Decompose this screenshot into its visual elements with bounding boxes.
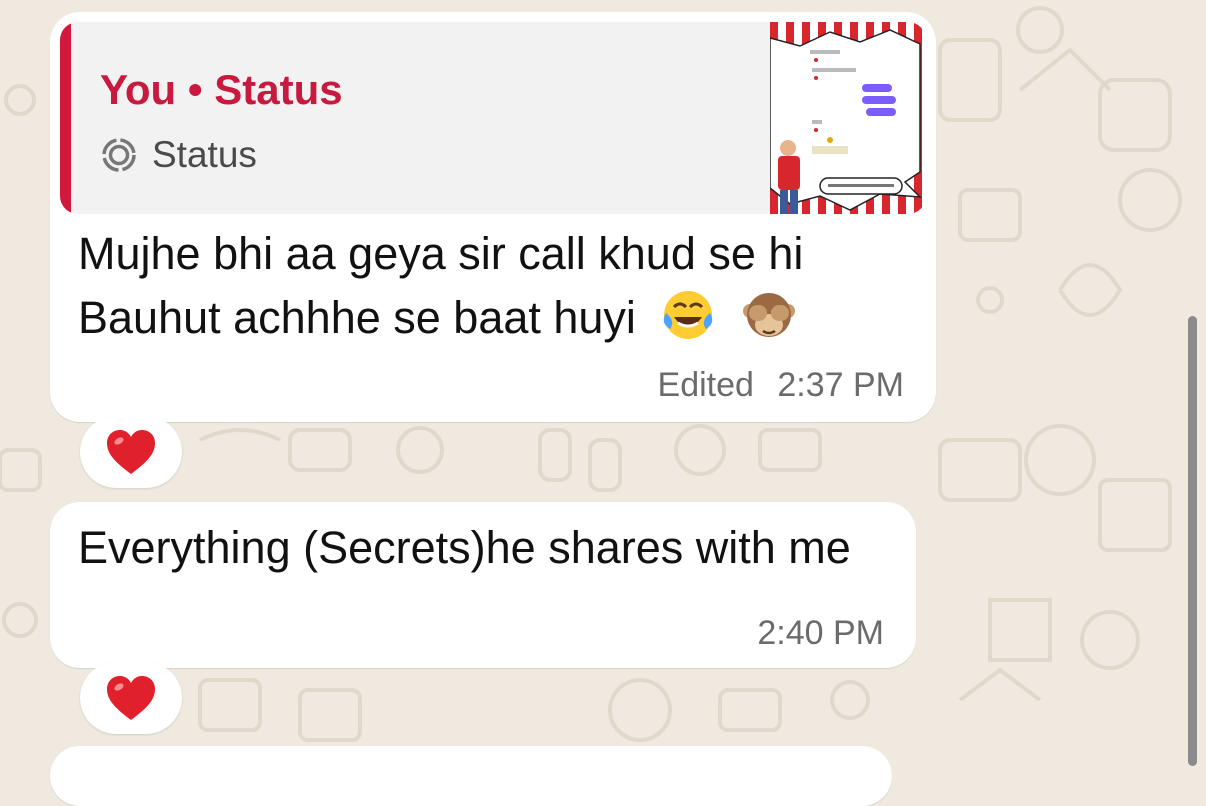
quote-subtitle-row: Status bbox=[100, 134, 257, 176]
message-time: 2:40 PM bbox=[757, 614, 884, 652]
quote-subtitle: Status bbox=[152, 134, 257, 175]
quote-title: You • Status bbox=[100, 66, 343, 113]
heart-emoji bbox=[107, 676, 155, 720]
quoted-status-reply[interactable]: You • Status Status bbox=[60, 22, 926, 214]
status-thumbnail[interactable] bbox=[770, 22, 926, 214]
reaction-badge[interactable] bbox=[80, 662, 182, 734]
message-time: 2:37 PM bbox=[777, 366, 904, 404]
status-thumbnail-image bbox=[770, 22, 926, 214]
message-bubble-incoming[interactable]: You • Status Status Mujhe bhi aa geya si… bbox=[50, 12, 936, 422]
message-text: Everything (Secrets)he shares with me bbox=[78, 522, 851, 573]
reaction-badge[interactable] bbox=[80, 416, 182, 488]
laughing-tears-emoji bbox=[664, 291, 713, 339]
heart-emoji bbox=[107, 430, 155, 474]
edited-label: Edited bbox=[657, 366, 754, 404]
see-no-evil-monkey-emoji bbox=[742, 293, 795, 337]
message-meta: Edited 2:37 PM bbox=[658, 366, 904, 405]
scrollbar[interactable] bbox=[1188, 316, 1197, 766]
message-text: Mujhe bhi aa geya sir call khud se hi Ba… bbox=[78, 222, 918, 350]
message-bubble-incoming[interactable] bbox=[50, 746, 892, 806]
message-bubble-incoming[interactable]: Everything (Secrets)he shares with me 2:… bbox=[50, 502, 916, 668]
status-ring-icon bbox=[102, 138, 136, 172]
quote-accent-bar bbox=[60, 22, 71, 214]
